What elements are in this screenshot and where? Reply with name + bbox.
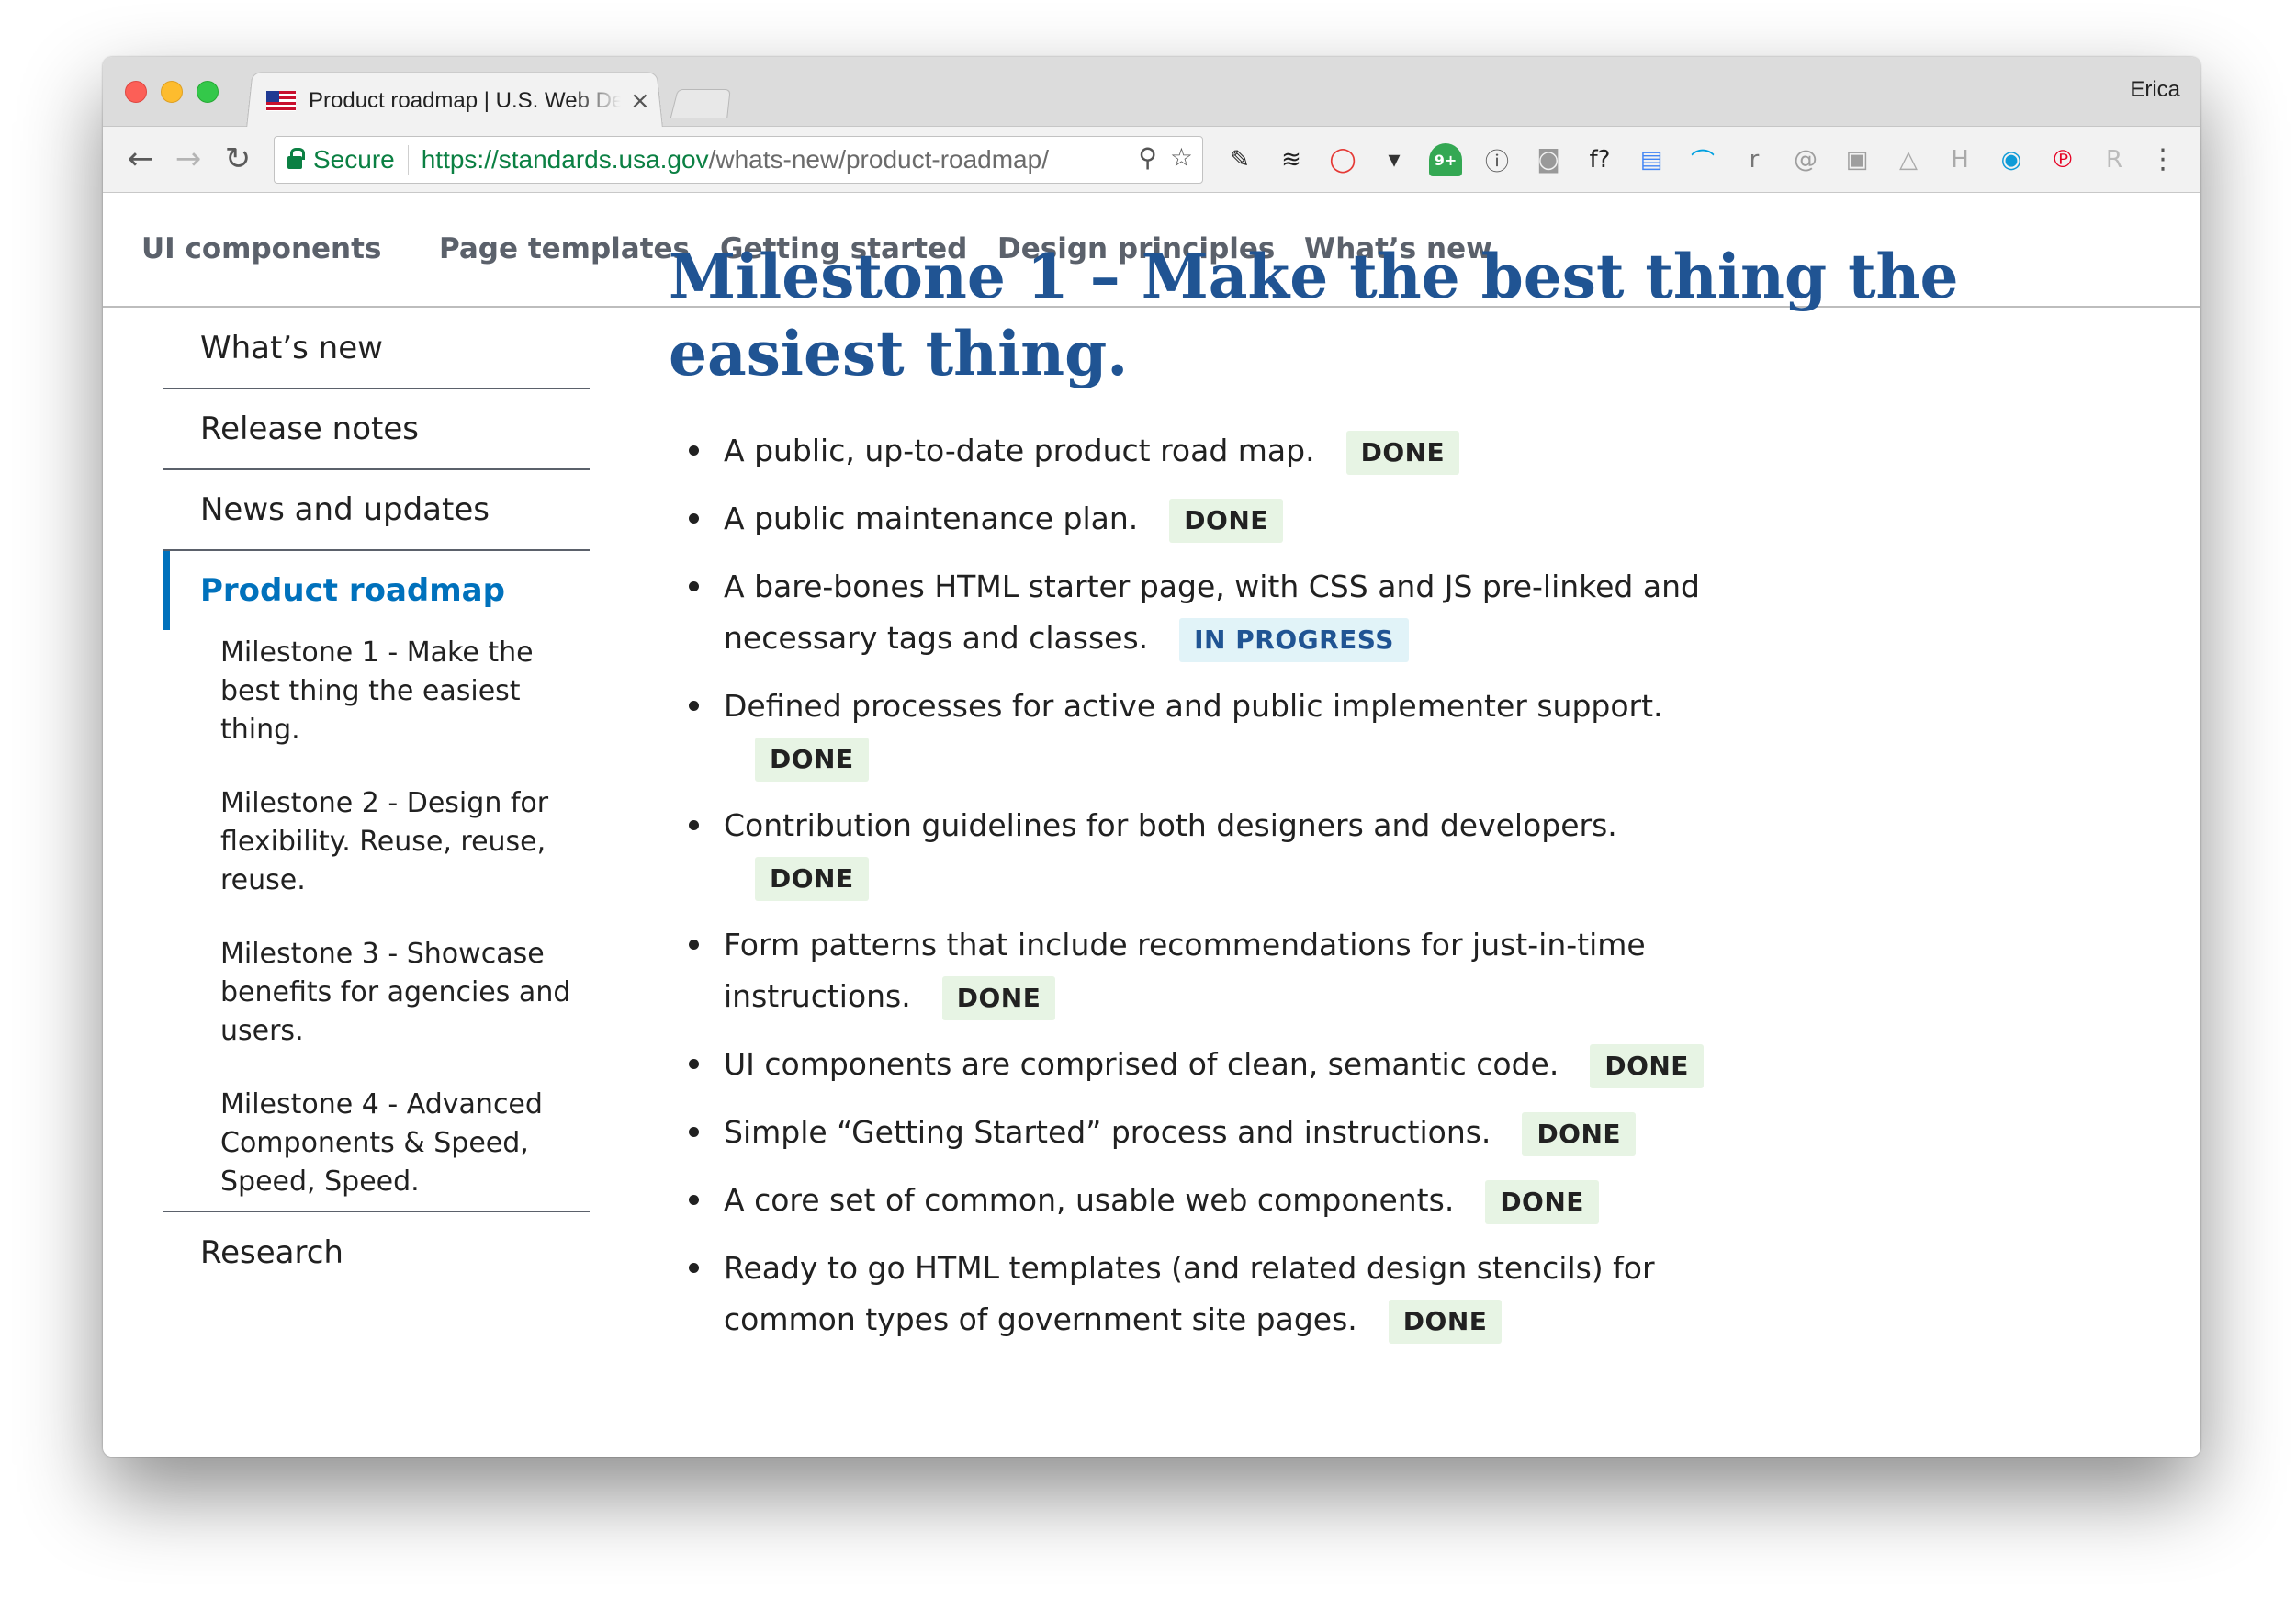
task-item: A public maintenance plan. DONE — [669, 493, 1752, 545]
status-badge: DONE — [755, 856, 869, 901]
buffer-icon[interactable]: ≋ — [1275, 143, 1308, 176]
reload-icon[interactable]: ↻ — [219, 140, 257, 178]
task-text: A public maintenance plan. — [724, 501, 1139, 536]
sidenav-milestone-3[interactable]: Milestone 3 - Showcase benefits for agen… — [220, 935, 588, 1051]
task-item: Contribution guidelines for both designe… — [669, 800, 1752, 903]
nav-ui-components[interactable]: UI components — [141, 232, 381, 265]
task-text: Contribution guidelines for both designe… — [724, 807, 1617, 843]
reader-icon[interactable]: R — [2098, 143, 2131, 176]
sidenav-milestone-1[interactable]: Milestone 1 - Make the best thing the ea… — [220, 634, 588, 749]
omnibox-actions: ⚲ ☆ — [1138, 142, 1193, 173]
status-badge: DONE — [755, 737, 869, 782]
evernote-icon[interactable]: ✎ — [1223, 143, 1256, 176]
omnibox-divider — [407, 145, 409, 175]
font-icon[interactable]: f? — [1583, 143, 1616, 176]
maximize-window-button[interactable] — [197, 81, 219, 103]
task-text: Simple “Getting Started” process and ins… — [724, 1114, 1491, 1150]
task-text: A core set of common, usable web compone… — [724, 1182, 1455, 1218]
zoom-icon[interactable]: ⚲ — [1138, 142, 1157, 173]
task-item: Defined processes for active and public … — [669, 681, 1752, 783]
circle-icon[interactable]: ◉ — [1995, 143, 2028, 176]
page-content: UI components Page templates Getting sta… — [103, 194, 2200, 1457]
task-text: Defined processes for active and public … — [724, 688, 1663, 724]
task-text: A public, up-to-date product road map. — [724, 433, 1315, 468]
sidenav-milestone-4[interactable]: Milestone 4 - Advanced Components & Spee… — [220, 1086, 588, 1201]
status-badge: DONE — [941, 975, 1056, 1020]
sidenav-release-notes[interactable]: Release notes — [163, 389, 590, 470]
notification-badge-icon[interactable]: 9+ — [1429, 143, 1462, 176]
task-item: A core set of common, usable web compone… — [669, 1175, 1752, 1226]
status-badge: DONE — [1345, 430, 1460, 475]
secure-label: Secure — [313, 145, 395, 174]
r-icon[interactable]: r — [1738, 143, 1771, 176]
task-item: A public, up-to-date product road map. DO… — [669, 425, 1752, 477]
sidenav-research[interactable]: Research — [163, 1212, 590, 1293]
status-badge: DONE — [1485, 1179, 1599, 1224]
task-item: Form patterns that include recommendatio… — [669, 919, 1752, 1022]
menu-icon[interactable]: ⋮ — [2149, 143, 2177, 175]
pocket-icon[interactable]: ▾ — [1378, 143, 1411, 176]
sidenav-news-and-updates[interactable]: News and updates — [163, 470, 590, 551]
task-item: Ready to go HTML templates (and related … — [669, 1243, 1752, 1346]
main-content: Milestone 1 – Make the best thing the ea… — [669, 238, 2138, 1362]
status-badge: DONE — [1388, 1299, 1503, 1344]
task-item: UI components are comprised of clean, se… — [669, 1039, 1752, 1090]
task-text: Ready to go HTML templates (and related … — [724, 1250, 1655, 1337]
lock-icon — [287, 148, 305, 169]
tab-content[interactable]: Product roadmap | U.S. Web Design Standa… — [266, 83, 652, 119]
back-icon[interactable]: ← — [121, 140, 160, 178]
url-path: /whats-new/product-roadmap/ — [708, 145, 1049, 174]
at-icon[interactable]: @ — [1789, 143, 1822, 176]
status-badge: DONE — [1522, 1111, 1637, 1156]
extensions-bar: ✎ ≋ ◯ ▾ 9+ ⓘ ◙ f? ▤ ⌒ r @ ▣ △ H ◉ ℗ R — [1223, 141, 2131, 178]
task-text: UI components are comprised of clean, se… — [724, 1046, 1559, 1082]
onepassword-icon[interactable]: ⓘ — [1480, 143, 1514, 176]
rainbow-icon[interactable]: ⌒ — [1686, 143, 1719, 176]
close-window-button[interactable] — [125, 81, 147, 103]
page-title: Milestone 1 – Make the best thing the ea… — [669, 241, 1959, 389]
address-bar[interactable]: Secure https://standards.usa.gov /whats-… — [274, 136, 1203, 184]
status-badge: DONE — [1169, 498, 1283, 543]
url-host: https://standards.usa.gov — [421, 145, 709, 174]
h-icon[interactable]: H — [1943, 143, 1976, 176]
tab-title: Product roadmap | U.S. Web Design Standa… — [309, 88, 621, 113]
square-icon[interactable]: ▣ — [1840, 143, 1874, 176]
task-text: Form patterns that include recommendatio… — [724, 927, 1646, 1014]
pinterest-icon[interactable]: ℗ — [2046, 143, 2079, 176]
sidenav-product-roadmap[interactable]: Product roadmap — [163, 551, 590, 630]
sidenav-milestone-2[interactable]: Milestone 2 - Design for flexibility. Re… — [220, 784, 588, 900]
doc-icon[interactable]: ▤ — [1635, 143, 1668, 176]
status-badge: IN PROGRESS — [1179, 617, 1409, 662]
minimize-window-button[interactable] — [161, 81, 183, 103]
bookmark-star-icon[interactable]: ☆ — [1170, 142, 1193, 173]
camera-icon[interactable]: ◙ — [1532, 143, 1565, 176]
side-nav: What’s new Release notes News and update… — [163, 309, 590, 1293]
opera-icon[interactable]: ◯ — [1326, 143, 1359, 176]
tab-close-icon[interactable]: × — [630, 87, 650, 115]
sidenav-sublist: Milestone 1 - Make the best thing the ea… — [163, 634, 590, 1212]
tab-strip: Product roadmap | U.S. Web Design Standa… — [103, 57, 2200, 129]
forward-icon[interactable]: → — [169, 140, 208, 178]
nav-page-templates[interactable]: Page templates — [439, 232, 690, 265]
profile-name[interactable]: Erica — [2130, 77, 2180, 103]
milestone-task-list: A public, up-to-date product road map. DO… — [669, 425, 1752, 1346]
us-flag-icon — [266, 91, 296, 111]
task-item: A bare-bones HTML starter page, with CSS… — [669, 561, 1752, 664]
new-tab-button[interactable] — [670, 89, 731, 118]
sidenav-whats-new[interactable]: What’s new — [163, 309, 590, 389]
browser-toolbar: ← → ↻ Secure https://standards.usa.gov /… — [103, 127, 2200, 193]
browser-window: Product roadmap | U.S. Web Design Standa… — [103, 57, 2200, 1457]
status-badge: DONE — [1590, 1043, 1704, 1088]
drive-icon[interactable]: △ — [1892, 143, 1925, 176]
task-item: Simple “Getting Started” process and ins… — [669, 1107, 1752, 1158]
